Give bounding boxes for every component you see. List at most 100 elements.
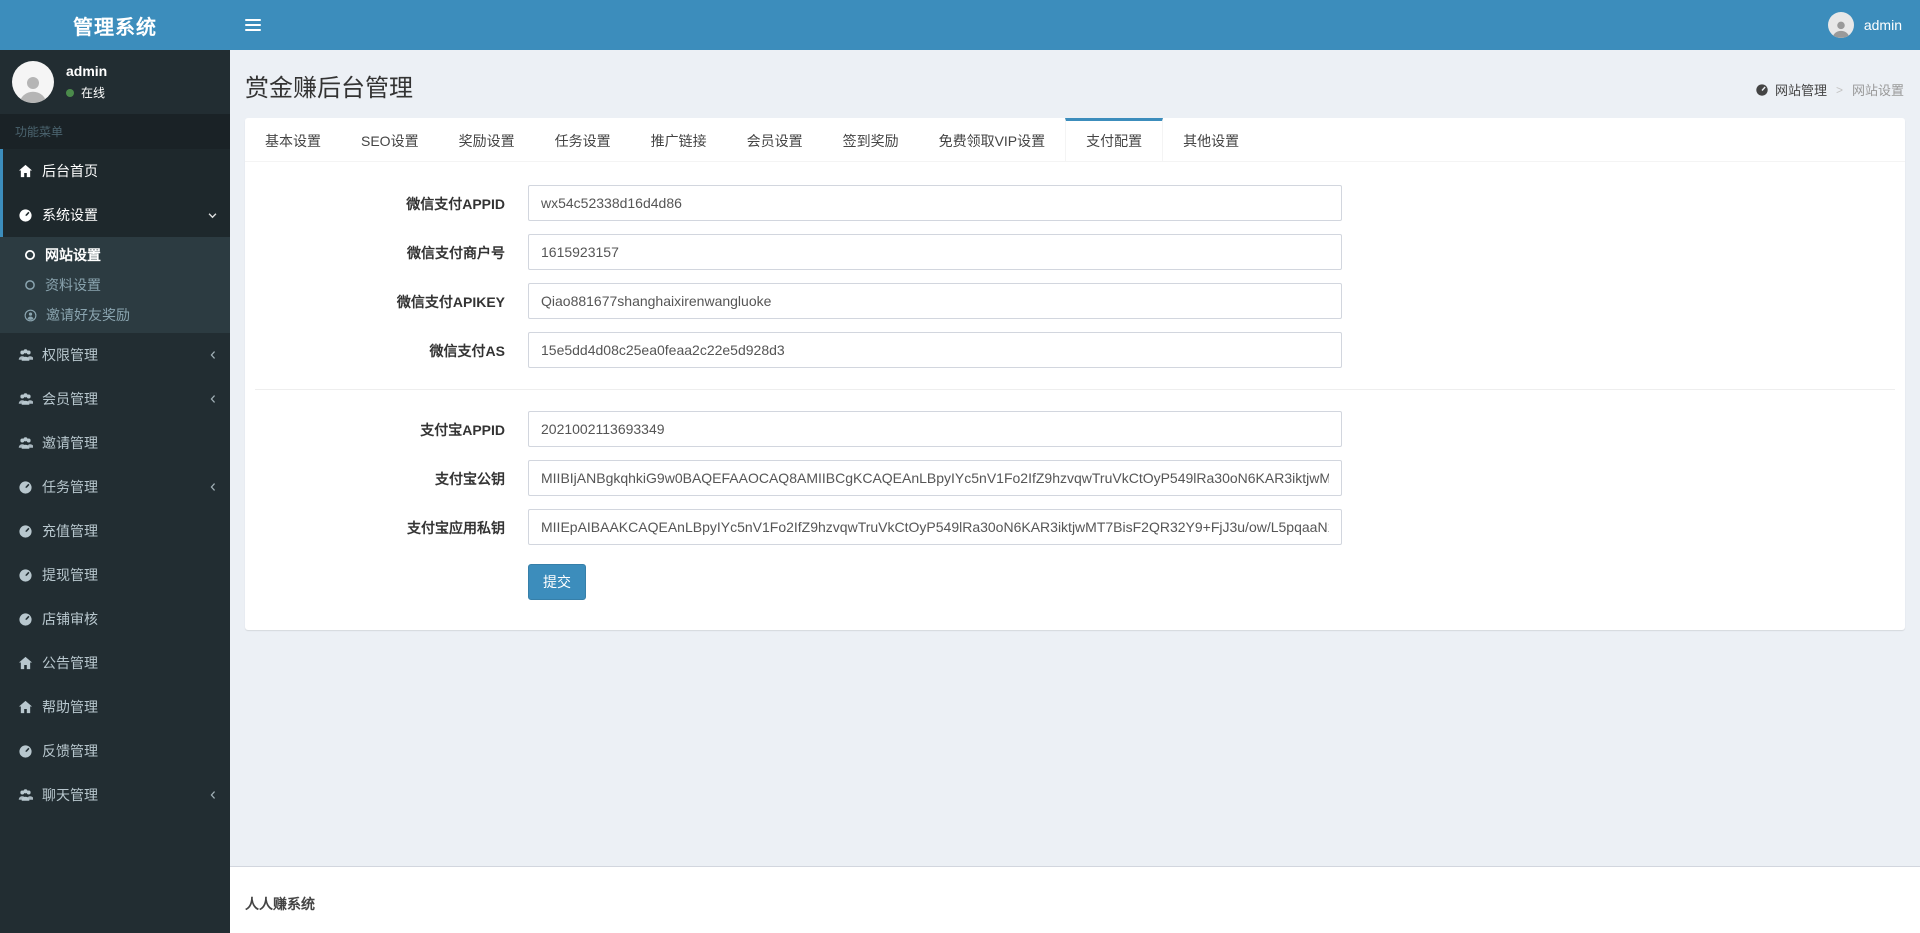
dashboard-icon [18, 524, 33, 539]
sidebar-user-panel: admin 在线 [0, 50, 230, 114]
sidebar-item-feedback-mgmt[interactable]: 反馈管理 [0, 729, 230, 773]
sidebar-item-label: 邀请管理 [42, 435, 98, 451]
sidebar-subitem-invite-reward[interactable]: 邀请好友奖励 [0, 300, 230, 330]
tab-promo-link[interactable]: 推广链接 [631, 118, 727, 161]
sidebar-item-label: 充值管理 [42, 523, 98, 539]
settings-tab-box: 基本设置 SEO设置 奖励设置 任务设置 推广链接 会员设置 签到奖励 免费领取… [245, 118, 1905, 630]
brand-logo[interactable]: 管理系统 [0, 0, 230, 50]
sidebar-item-admin-home[interactable]: 后台首页 [0, 149, 230, 193]
tab-checkin-reward[interactable]: 签到奖励 [823, 118, 919, 161]
wechat-appid-input[interactable] [528, 185, 1342, 221]
footer-text: 人人赚系统 [245, 896, 315, 912]
users-icon [18, 436, 33, 450]
sidebar-section-label: 功能菜单 [0, 114, 230, 149]
alipay-private-key-input[interactable] [528, 509, 1342, 545]
sidebar-toggle-button[interactable] [230, 0, 276, 50]
hamburger-icon [245, 19, 261, 21]
users-icon [18, 392, 33, 406]
sidebar-item-announcement-mgmt[interactable]: 公告管理 [0, 641, 230, 685]
sidebar: admin 在线 功能菜单 后台首页 系统设置 网站设置 资料设置 邀请好友奖励… [0, 50, 230, 933]
wechat-as-input[interactable] [528, 332, 1342, 368]
online-dot-icon [66, 88, 74, 97]
sidebar-item-system-settings[interactable]: 系统设置 [0, 193, 230, 237]
sidebar-subitem-label: 网站设置 [45, 247, 101, 263]
circle-icon [24, 279, 36, 291]
sidebar-item-help-mgmt[interactable]: 帮助管理 [0, 685, 230, 729]
wechat-merchant-id-label: 微信支付商户号 [407, 245, 505, 261]
sidebar-item-label: 聊天管理 [42, 787, 98, 803]
users-icon [18, 788, 33, 802]
sidebar-item-label: 会员管理 [42, 391, 98, 407]
content-header: 赏金赚后台管理 网站管理 > 网站设置 [230, 50, 1920, 103]
dashboard-icon [18, 744, 33, 759]
wechat-merchant-id-input[interactable] [528, 234, 1342, 270]
sidebar-item-label: 系统设置 [42, 207, 98, 223]
user-circle-icon [24, 309, 37, 322]
sidebar-subitem-profile-settings[interactable]: 资料设置 [0, 270, 230, 300]
section-divider [255, 389, 1895, 390]
tab-free-vip-settings[interactable]: 免费领取VIP设置 [919, 118, 1066, 161]
wechat-as-label: 微信支付AS [429, 343, 505, 359]
sidebar-item-member-mgmt[interactable]: 会员管理 [0, 377, 230, 421]
sidebar-user-name: admin [66, 63, 108, 79]
tab-task-settings[interactable]: 任务设置 [535, 118, 631, 161]
user-avatar-icon [1827, 12, 1854, 38]
sidebar-item-permission-mgmt[interactable]: 权限管理 [0, 333, 230, 377]
tab-seo-settings[interactable]: SEO设置 [341, 118, 439, 161]
dashboard-icon [18, 480, 33, 495]
breadcrumb-current: 网站设置 [1851, 83, 1904, 98]
top-user-name: admin [1863, 17, 1902, 33]
sidebar-item-recharge-mgmt[interactable]: 充值管理 [0, 509, 230, 553]
wechat-apikey-label: 微信支付APIKEY [396, 294, 505, 310]
users-icon [18, 348, 33, 362]
breadcrumb-separator: > [1835, 82, 1843, 97]
chevron-left-icon [208, 393, 218, 405]
sidebar-item-withdraw-mgmt[interactable]: 提现管理 [0, 553, 230, 597]
home-icon [18, 700, 33, 714]
wechat-apikey-input[interactable] [528, 283, 1342, 319]
dashboard-icon [18, 568, 33, 583]
dashboard-icon [18, 612, 33, 627]
home-icon [18, 164, 33, 178]
tab-basic-settings[interactable]: 基本设置 [245, 118, 341, 161]
home-icon [18, 656, 33, 670]
sidebar-item-label: 店铺审核 [42, 611, 98, 627]
chevron-down-icon [207, 210, 218, 221]
sidebar-submenu-system-settings: 网站设置 资料设置 邀请好友奖励 [0, 237, 230, 333]
tab-reward-settings[interactable]: 奖励设置 [439, 118, 535, 161]
wechat-appid-label: 微信支付APPID [406, 196, 505, 212]
sidebar-item-task-mgmt[interactable]: 任务管理 [0, 465, 230, 509]
tab-payment-config[interactable]: 支付配置 [1065, 118, 1164, 161]
alipay-public-key-input[interactable] [528, 460, 1342, 496]
sidebar-item-invite-mgmt[interactable]: 邀请管理 [0, 421, 230, 465]
user-menu-button[interactable]: admin [1827, 12, 1920, 38]
chevron-left-icon [208, 349, 218, 361]
sidebar-item-label: 权限管理 [42, 347, 98, 363]
tab-other-settings[interactable]: 其他设置 [1163, 118, 1259, 161]
sidebar-item-label: 公告管理 [42, 655, 98, 671]
alipay-private-key-label: 支付宝应用私钥 [407, 520, 505, 536]
sidebar-subitem-site-settings[interactable]: 网站设置 [0, 240, 230, 270]
dashboard-icon [1755, 83, 1769, 97]
tab-member-settings[interactable]: 会员设置 [727, 118, 823, 161]
payment-config-form: 微信支付APPID 微信支付商户号 微信支付APIKEY 微信支付AS [245, 162, 1905, 630]
sidebar-item-label: 提现管理 [42, 567, 98, 583]
submit-button[interactable]: 提交 [528, 564, 586, 600]
sidebar-item-label: 反馈管理 [42, 743, 98, 759]
sidebar-item-label: 任务管理 [42, 479, 98, 495]
sidebar-user-status[interactable]: 在线 [66, 84, 107, 101]
page-title: 赏金赚后台管理 [245, 75, 413, 102]
alipay-appid-label: 支付宝APPID [420, 422, 505, 438]
avatar [12, 61, 54, 103]
circle-icon [24, 249, 36, 261]
sidebar-item-label: 帮助管理 [42, 699, 98, 715]
breadcrumb-parent[interactable]: 网站管理 [1755, 80, 1827, 99]
sidebar-item-shop-review[interactable]: 店铺审核 [0, 597, 230, 641]
sidebar-subitem-label: 资料设置 [45, 277, 101, 293]
alipay-public-key-label: 支付宝公钥 [435, 471, 505, 487]
breadcrumb: 网站管理 > 网站设置 [1755, 80, 1904, 99]
sidebar-item-chat-mgmt[interactable]: 聊天管理 [0, 773, 230, 817]
alipay-appid-input[interactable] [528, 411, 1342, 447]
settings-tabs: 基本设置 SEO设置 奖励设置 任务设置 推广链接 会员设置 签到奖励 免费领取… [245, 118, 1905, 162]
chevron-left-icon [208, 789, 218, 801]
